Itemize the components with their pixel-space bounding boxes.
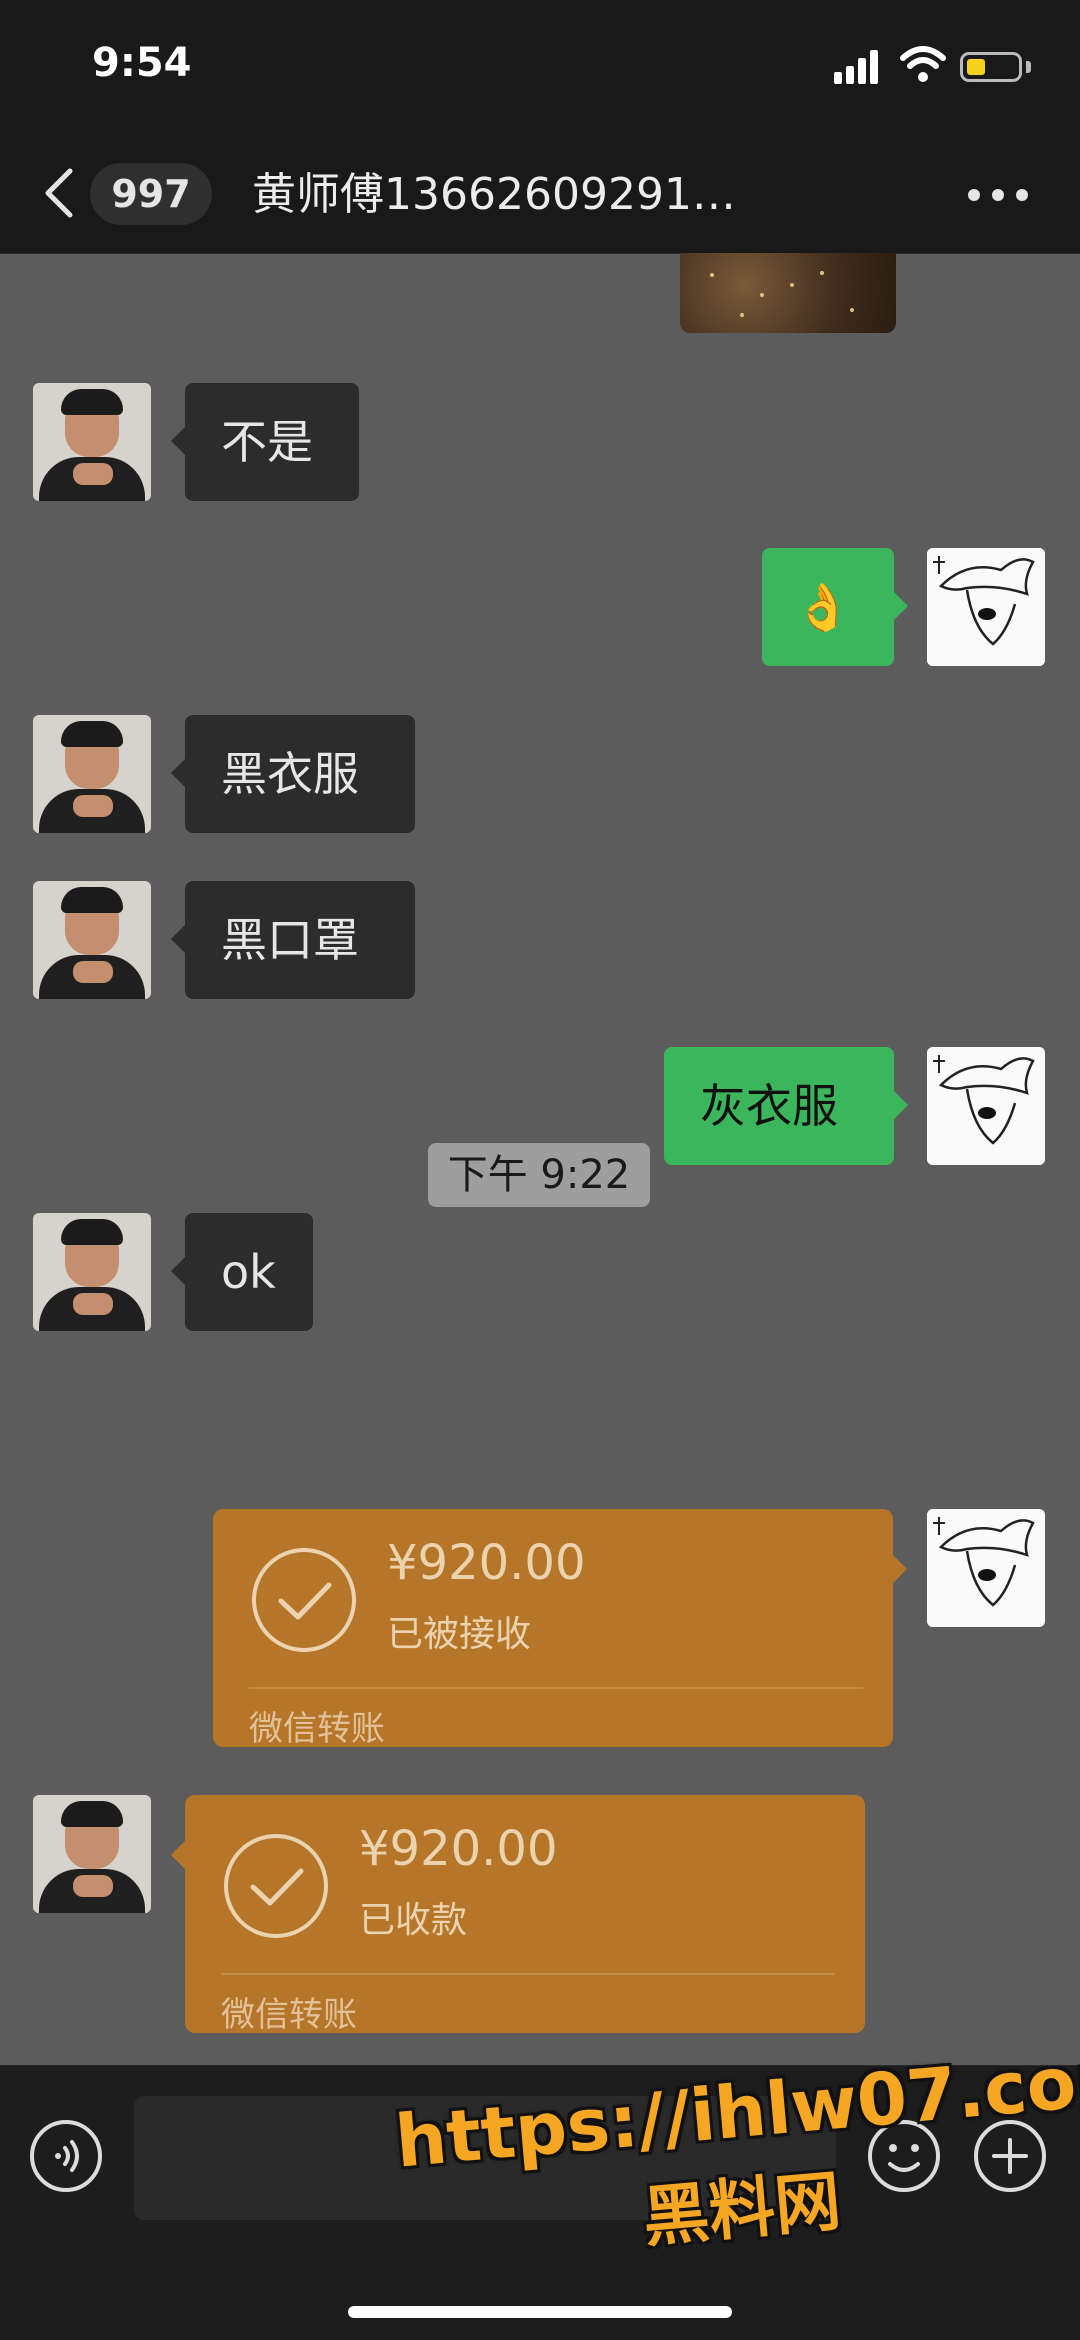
incoming-message[interactable]: 不是 [171, 383, 359, 501]
transfer-label: 微信转账 [221, 1995, 357, 2035]
timestamp-pill: 下午 9:22 [428, 1143, 650, 1207]
watermark-name: 黑料网 [639, 2162, 844, 2257]
my-avatar[interactable] [927, 548, 1045, 666]
my-avatar[interactable] [927, 1047, 1045, 1165]
check-circle-icon [224, 1834, 328, 1938]
home-indicator [348, 2306, 732, 2318]
unread-count-badge[interactable]: 997 [90, 163, 212, 225]
transfer-card-sent[interactable]: ¥920.00 已被接收 微信转账 [213, 1509, 907, 1749]
status-time: 9:54 [92, 40, 192, 86]
incoming-message[interactable]: 黑衣服 [171, 715, 415, 833]
transfer-status: 已收款 [359, 1900, 468, 1941]
contact-avatar[interactable] [33, 881, 151, 999]
transfer-status: 已被接收 [387, 1614, 532, 1655]
transfer-divider [221, 1973, 835, 1975]
check-circle-icon [252, 1548, 356, 1652]
outgoing-message[interactable]: 灰衣服 [664, 1047, 908, 1165]
chevron-left-icon[interactable] [40, 165, 80, 221]
image-message[interactable] [680, 253, 896, 333]
transfer-card-received[interactable]: ¥920.00 已收款 微信转账 [171, 1795, 865, 2035]
chat-header: 997 黄师傅13662609291… [0, 135, 1080, 254]
contact-avatar[interactable] [33, 1213, 151, 1331]
outgoing-message[interactable]: 👌 [762, 548, 908, 666]
transfer-amount: ¥920.00 [359, 1821, 558, 1877]
wifi-icon [900, 46, 946, 82]
incoming-message[interactable]: ok [171, 1213, 313, 1331]
contact-avatar[interactable] [33, 1795, 151, 1913]
contact-avatar[interactable] [33, 715, 151, 833]
battery-icon [960, 52, 1022, 82]
more-dots-icon[interactable] [968, 189, 1028, 203]
transfer-label: 微信转账 [249, 1709, 385, 1749]
contact-avatar[interactable] [33, 383, 151, 501]
signal-icon [834, 48, 882, 84]
status-bar: 9:54 [0, 0, 1080, 135]
transfer-divider [249, 1687, 863, 1689]
incoming-message[interactable]: 黑口罩 [171, 881, 415, 999]
battery-nub [1026, 61, 1031, 73]
voice-icon[interactable] [28, 2118, 104, 2194]
transfer-amount: ¥920.00 [387, 1535, 586, 1591]
chat-title: 黄师傅13662609291… [252, 169, 736, 220]
my-avatar[interactable] [927, 1509, 1045, 1627]
